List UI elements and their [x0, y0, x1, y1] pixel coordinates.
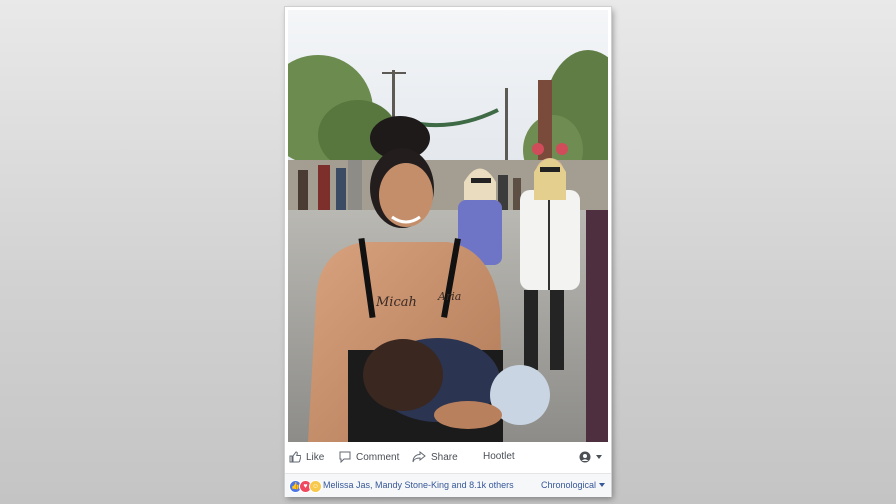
thumbs-up-icon: [289, 451, 301, 463]
reaction-summary[interactable]: Melissa Jas, Mandy Stone-King and 8.1k o…: [323, 480, 514, 490]
post-photo[interactable]: Micah Aria: [288, 10, 608, 442]
audience-selector[interactable]: [579, 451, 602, 463]
profile-avatar-icon: [579, 451, 591, 463]
tattoo-left-text: Micah: [375, 295, 417, 310]
post-action-bar: Like Comment Share Hootlet: [285, 443, 611, 473]
share-label: Share: [431, 451, 458, 463]
hootlet-label: Hootlet: [483, 451, 515, 462]
comment-sort-dropdown[interactable]: Chronological: [541, 480, 605, 490]
reactions-bar: 👍 ♥ ☺ Melissa Jas, Mandy Stone-King and …: [285, 473, 611, 497]
comment-icon: [339, 451, 351, 463]
facebook-post-card: Micah Aria Like Comment Share Hootlet 👍 …: [285, 7, 611, 497]
comment-sort-label: Chronological: [540, 480, 596, 490]
chevron-down-icon: [596, 455, 602, 459]
share-button[interactable]: Share: [412, 451, 458, 463]
reaction-icons[interactable]: 👍 ♥ ☺: [289, 480, 322, 493]
chevron-down-icon: [599, 483, 605, 487]
haha-icon: ☺: [309, 480, 322, 493]
tattoo-right-text: Aria: [437, 290, 461, 303]
hootlet-button[interactable]: Hootlet: [483, 451, 515, 462]
share-icon: [412, 451, 426, 463]
like-button[interactable]: Like: [289, 451, 324, 463]
post-photo-illustration: Micah Aria: [288, 10, 608, 442]
comment-button[interactable]: Comment: [339, 451, 399, 463]
like-label: Like: [306, 451, 325, 463]
comment-label: Comment: [356, 451, 400, 463]
